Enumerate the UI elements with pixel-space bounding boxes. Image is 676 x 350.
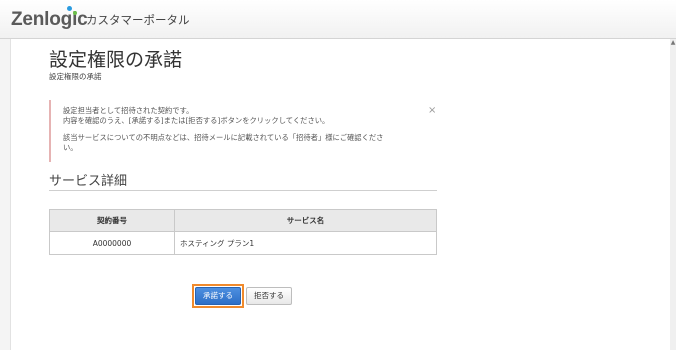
scroll-up-icon[interactable]: ▲: [670, 40, 676, 46]
close-icon[interactable]: ×: [428, 106, 436, 116]
section-title: サービス詳細: [49, 174, 128, 189]
column-header-service-name: サービス名: [174, 209, 437, 232]
reject-button[interactable]: 拒否する: [246, 287, 292, 305]
accept-button[interactable]: 承諾する: [195, 287, 241, 305]
portal-title: カスタマーポータル: [86, 13, 190, 27]
column-header-contract-number: 契約番号: [49, 209, 175, 232]
main-content: 設定権限の承諾 設定権限の承諾 設定担当者として招待された契約です。 内容を確認…: [10, 39, 671, 350]
service-name-cell: ホスティング プラン1: [174, 231, 437, 255]
table-row: A0000000 ホスティング プラン1: [49, 231, 437, 255]
logo-dot-icon: [67, 6, 72, 11]
page-title: 設定権限の承諾: [49, 49, 183, 71]
notice-line: い。: [63, 143, 78, 152]
top-header: Zenlogic カスタマーポータル: [0, 0, 676, 39]
notice-line: 内容を確認のうえ、[承諾する]または[拒否する]ボタンをクリックしてください。: [63, 116, 330, 125]
breadcrumb: 設定権限の承諾: [49, 72, 102, 81]
notice-box: 設定担当者として招待された契約です。 内容を確認のうえ、[承諾する]または[拒否…: [49, 100, 441, 162]
contract-number-cell: A0000000: [49, 231, 175, 255]
notice-line: 該当サービスについての不明点などは、招待メールに記載されている「招待者」様にご確…: [63, 133, 384, 142]
logo-dot-icon: [73, 11, 77, 15]
service-table: 契約番号 サービス名 A0000000 ホスティング プラン1: [49, 209, 437, 255]
table-header-row: 契約番号 サービス名: [49, 209, 437, 232]
vertical-scrollbar[interactable]: [670, 39, 676, 350]
section-divider: [49, 190, 437, 191]
notice-line: 設定担当者として招待された契約です。: [63, 106, 194, 115]
